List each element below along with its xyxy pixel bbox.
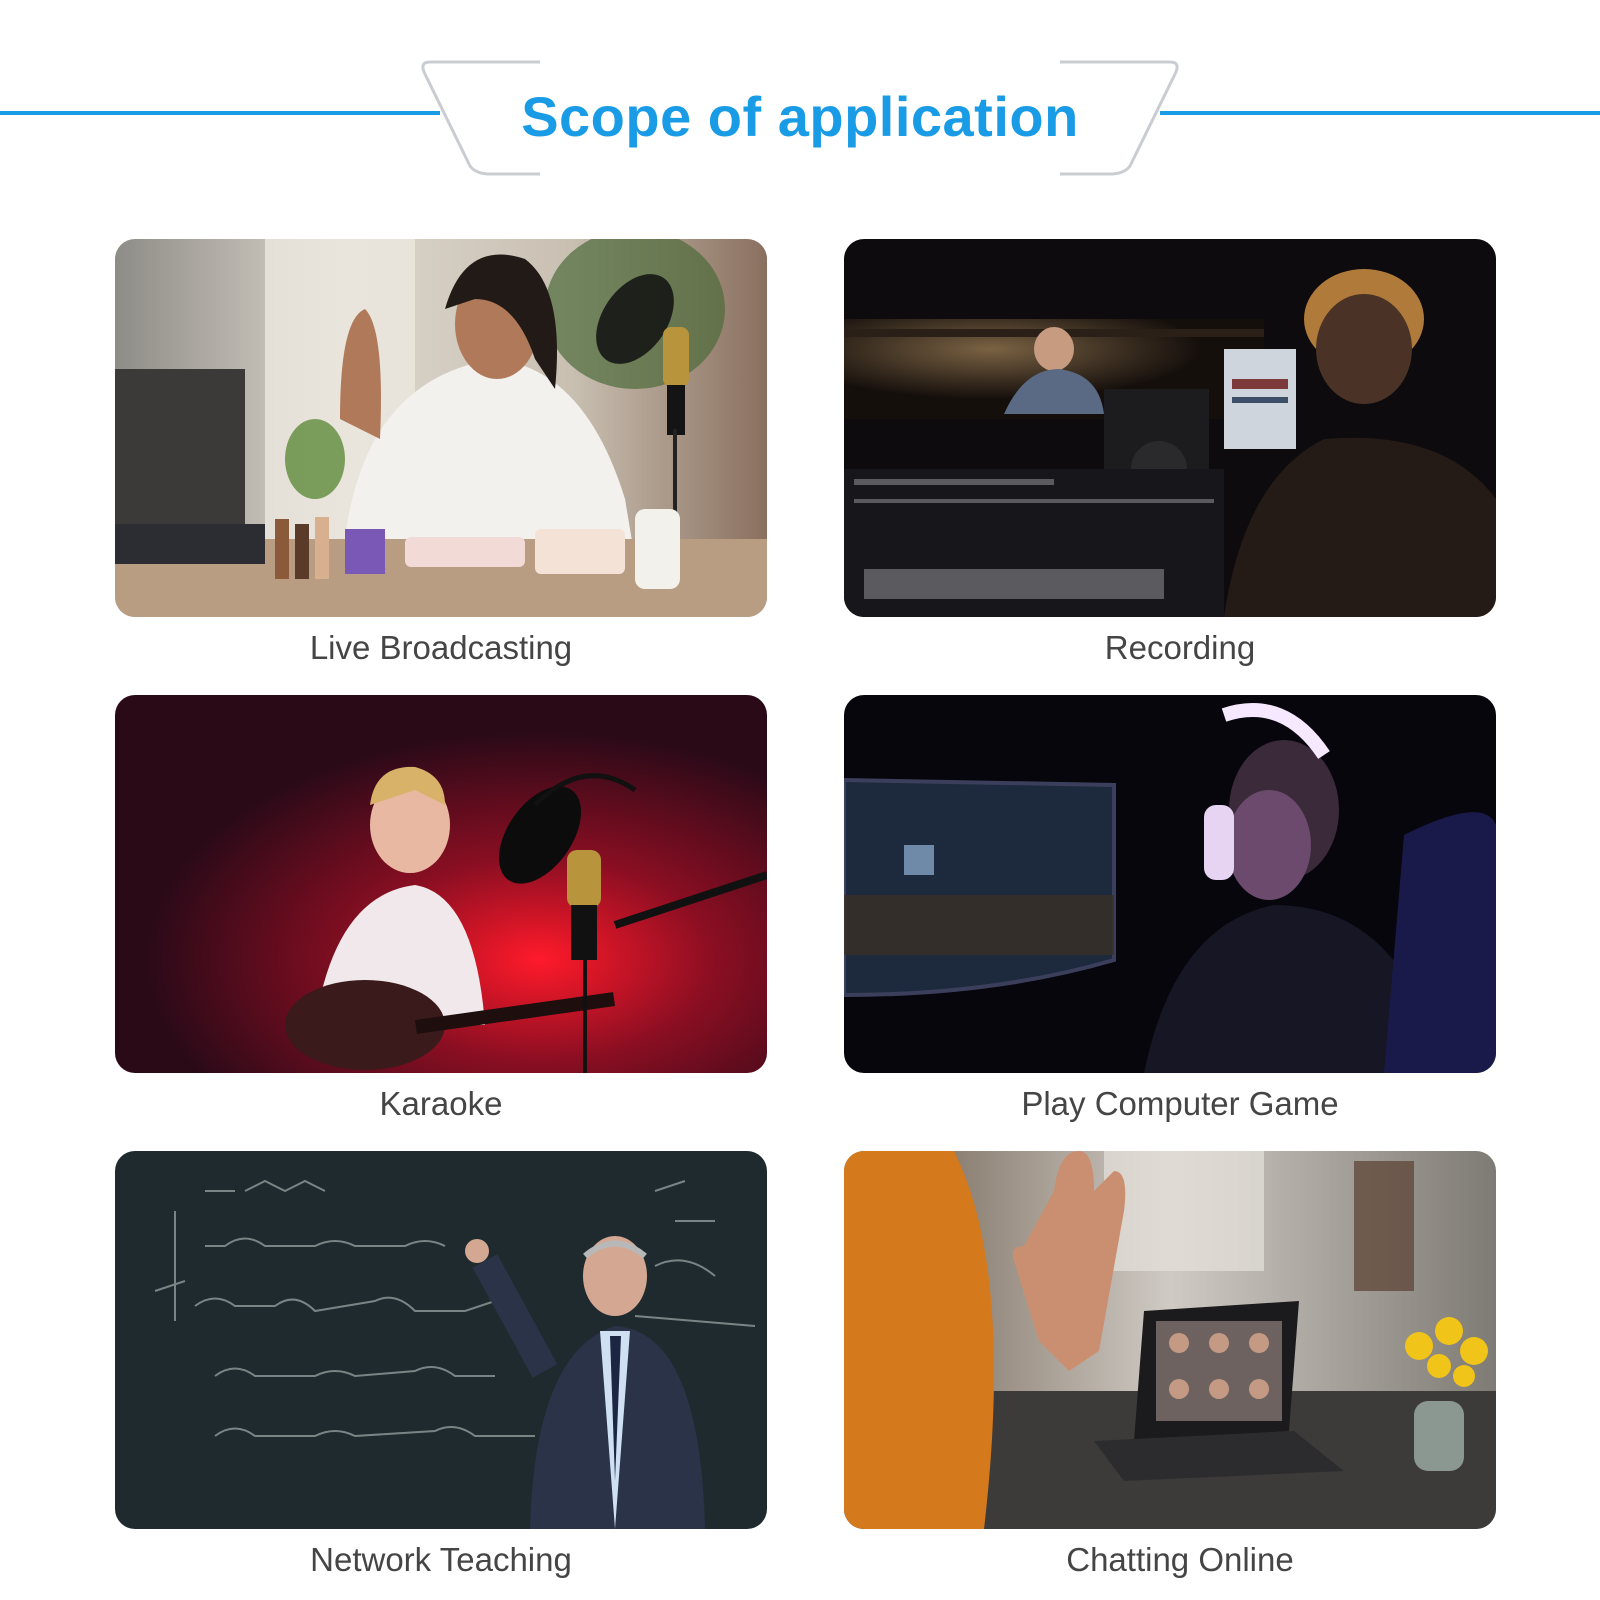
card-label: Karaoke — [379, 1085, 503, 1122]
card-recording: Recording — [844, 239, 1496, 667]
gamer-with-headphones-photo — [844, 695, 1496, 1073]
card-label: Chatting Online — [1066, 1541, 1294, 1578]
card-label: Recording — [1104, 629, 1256, 666]
card-label: Live Broadcasting — [309, 629, 573, 666]
page-title: Scope of application — [521, 85, 1079, 148]
card-karaoke: Karaoke — [115, 695, 767, 1123]
card-label: Network Teaching — [310, 1541, 572, 1578]
card-chatting-online: Chatting Online — [844, 1151, 1496, 1579]
teacher-at-chalkboard-photo — [115, 1151, 767, 1529]
card-label: Play Computer Game — [1021, 1085, 1339, 1122]
card-play-computer-game: Play Computer Game — [844, 695, 1496, 1123]
card-network-teaching: Network Teaching — [115, 1151, 767, 1579]
woman-singing-with-guitar-photo — [115, 695, 767, 1073]
woman-waving-with-microphone-photo — [115, 239, 767, 617]
recording-studio-photo — [844, 239, 1496, 617]
card-live-broadcasting: Live Broadcasting — [115, 239, 767, 667]
video-call-on-laptop-photo — [844, 1151, 1496, 1529]
